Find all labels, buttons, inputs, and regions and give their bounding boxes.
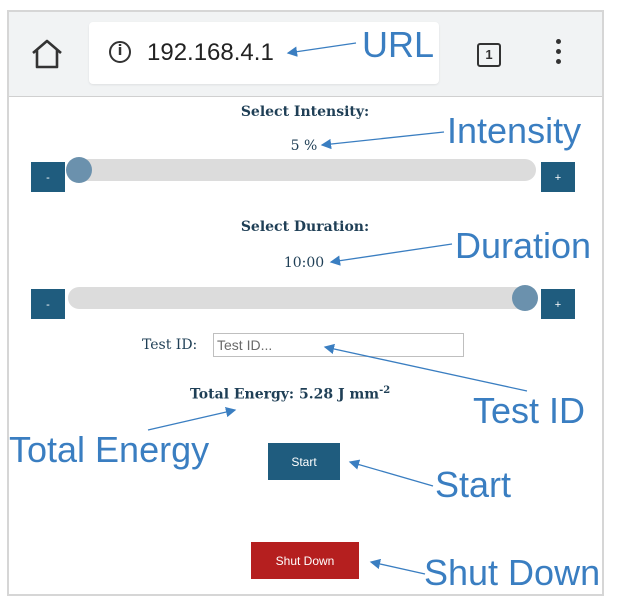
- callout-start: Start: [435, 464, 512, 505]
- annotation-arrows: [147, 42, 528, 575]
- callout-shutdown: Shut Down: [424, 552, 601, 593]
- callout-url: URL: [362, 24, 435, 65]
- callout-total-energy: Total Energy: [9, 429, 210, 470]
- callout-duration: Duration: [455, 225, 592, 266]
- callout-intensity: Intensity: [447, 110, 582, 151]
- callout-test-id: Test ID: [473, 390, 586, 431]
